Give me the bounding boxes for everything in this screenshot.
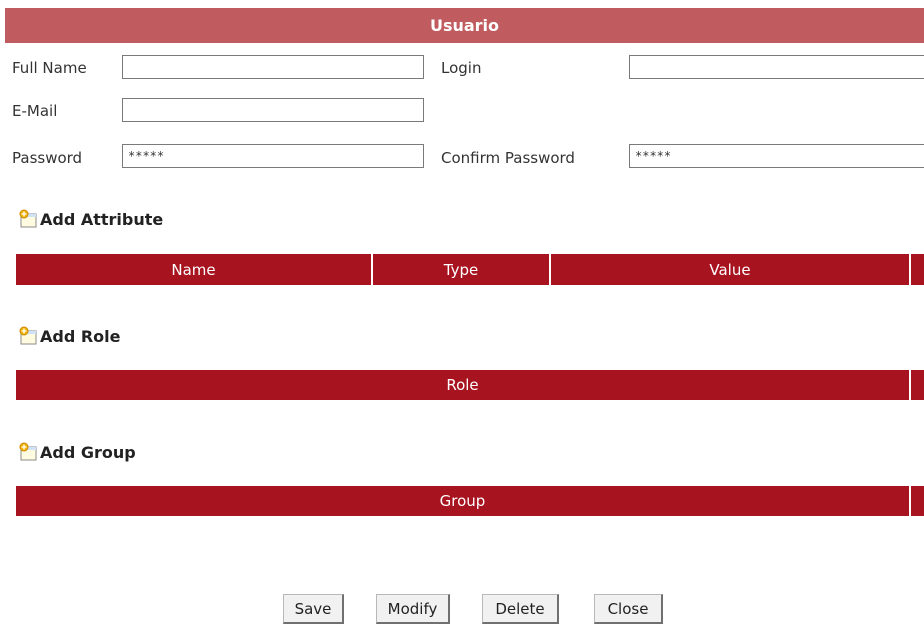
add-item-icon — [18, 209, 38, 229]
confirm-password-label: Confirm Password — [441, 149, 575, 167]
add-role-link[interactable]: Add Role — [18, 326, 121, 346]
full-name-label: Full Name — [12, 59, 87, 77]
column-header-name[interactable]: Name — [16, 254, 373, 285]
column-header-value[interactable]: Value — [551, 254, 911, 285]
column-header-group[interactable]: Group — [16, 486, 911, 516]
add-group-label: Add Group — [40, 442, 136, 462]
modify-button[interactable]: Modify — [376, 594, 450, 624]
delete-button[interactable]: Delete — [482, 594, 559, 624]
add-item-icon — [18, 326, 38, 346]
column-header-extra — [911, 254, 924, 285]
login-label: Login — [441, 59, 482, 77]
confirm-password-input[interactable] — [629, 144, 924, 168]
column-header-extra — [911, 486, 924, 516]
attributes-grid-header: Name Type Value — [16, 254, 924, 285]
column-header-type[interactable]: Type — [373, 254, 551, 285]
column-header-extra — [911, 370, 924, 400]
email-input[interactable] — [122, 98, 424, 122]
add-group-link[interactable]: Add Group — [18, 442, 136, 462]
add-attribute-link[interactable]: Add Attribute — [18, 209, 163, 229]
add-role-label: Add Role — [40, 326, 121, 346]
close-button[interactable]: Close — [594, 594, 663, 624]
password-label: Password — [12, 149, 83, 167]
email-label: E-Mail — [12, 102, 58, 120]
full-name-input[interactable] — [122, 55, 424, 79]
roles-grid-header: Role — [16, 370, 924, 400]
add-attribute-label: Add Attribute — [40, 209, 164, 229]
add-item-icon — [18, 442, 38, 462]
column-header-role[interactable]: Role — [16, 370, 911, 400]
password-input[interactable] — [122, 144, 424, 168]
login-input[interactable] — [629, 55, 924, 79]
save-button[interactable]: Save — [283, 594, 344, 624]
form-title: Usuario — [5, 8, 924, 43]
groups-grid-header: Group — [16, 486, 924, 516]
